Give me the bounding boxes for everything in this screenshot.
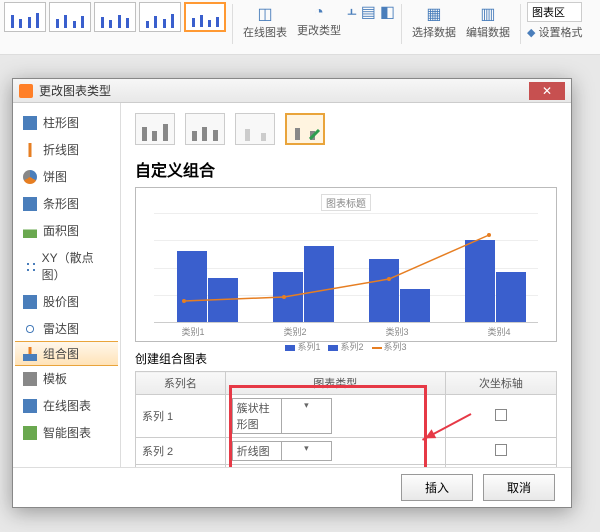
chevron-down-icon: ▾ [281,399,331,433]
combo-preset-2[interactable] [185,113,225,145]
sidebar-item-template[interactable]: 模板 [13,365,120,392]
edit-data-button[interactable]: ▥编辑数据 [462,2,514,42]
close-button[interactable]: ✕ [529,82,565,100]
sidebar-item-bar[interactable]: 条形图 [13,190,120,217]
chart-legend: 系列1 系列2 系列3 [142,340,550,353]
col-chart-type: 图表类型 [225,372,445,395]
ribbon-preset-1[interactable] [4,2,46,32]
series-name-cell: 系列 3 [136,465,226,468]
series1-axis-checkbox[interactable] [495,409,507,421]
combo-preset-1[interactable] [135,113,175,145]
chart-line-series [154,213,538,322]
chart-area-dropdown[interactable]: 图表区 [527,2,583,22]
combo-preset-row [135,113,557,145]
gridline-icon[interactable]: ▤ [361,2,376,22]
edit-data-icon: ▥ [480,4,495,24]
ribbon-preset-2[interactable] [49,2,91,32]
chart-plot-area [154,213,538,323]
dialog-titlebar: 更改图表类型 ✕ [13,79,571,103]
chevron-down-icon: ▾ [281,442,331,460]
ribbon-small-icons: ⫠ ▤ ◧ [347,2,395,22]
ribbon-preset-5[interactable] [184,2,226,32]
dialog-title: 更改图表类型 [39,82,529,99]
chart-x-labels: 类别1类别2类别3类别4 [142,325,550,338]
series-name-cell: 系列 1 [136,395,226,438]
sidebar-item-scatter[interactable]: XY（散点图） [13,244,120,288]
ribbon-preset-4[interactable] [139,2,181,32]
combo-series-table: 系列名 图表类型 次坐标轴 系列 1 簇状柱形图▾ 系列 2 折线图▾ 系列 3… [135,371,557,467]
sidebar-item-area[interactable]: 面积图 [13,217,120,244]
chart-inner-title: 图表标题 [321,194,371,211]
chart-type-sidebar: 柱形图 折线图 饼图 条形图 面积图 XY（散点图） 股价图 雷达图 组合图 模… [13,103,121,467]
series2-axis-checkbox[interactable] [495,444,507,456]
sidebar-item-radar[interactable]: 雷达图 [13,315,120,342]
axis-icon[interactable]: ⫠ [347,2,357,22]
online-chart-icon: ◫ [257,4,272,24]
online-chart-button[interactable]: ◫在线图表 [239,2,291,42]
app-icon [19,84,33,98]
table-row: 系列 1 簇状柱形图▾ [136,395,557,438]
table-row: 系列 3 散点图▾ [136,465,557,468]
change-chart-type-dialog: 更改图表类型 ✕ 柱形图 折线图 饼图 条形图 面积图 XY（散点图） 股价图 … [12,78,572,508]
sidebar-item-line[interactable]: 折线图 [13,136,120,163]
combo-preset-custom[interactable] [285,113,325,145]
dialog-main: 自定义组合 图表标题 类别1类别2类别3类别4 系列1 系列2 系列3 [121,103,571,467]
series-name-cell: 系列 2 [136,438,226,465]
sidebar-item-online[interactable]: 在线图表 [13,392,120,419]
set-format-button[interactable]: ◆ 设置格式 [527,24,583,40]
sidebar-item-pie[interactable]: 饼图 [13,163,120,190]
custom-combo-title: 自定义组合 [135,157,557,181]
label-icon[interactable]: ◧ [380,2,395,22]
col-series-name: 系列名 [136,372,226,395]
ribbon: ◫在线图表 ◔更改类型 ⫠ ▤ ◧ ▦选择数据 ▥编辑数据 图表区 ◆ 设置格式 [0,0,600,55]
table-row: 系列 2 折线图▾ [136,438,557,465]
combo-preset-3[interactable] [235,113,275,145]
sidebar-item-combo[interactable]: 组合图 [15,341,118,366]
insert-button[interactable]: 插入 [401,474,473,501]
format-icon: ◆ [527,26,535,39]
sidebar-item-smart[interactable]: 智能图表 [13,419,120,446]
select-data-icon: ▦ [426,4,441,24]
change-type-icon: ◔ [314,4,324,22]
col-secondary-axis: 次坐标轴 [445,372,556,395]
ribbon-preset-3[interactable] [94,2,136,32]
sidebar-item-column[interactable]: 柱形图 [13,109,120,136]
cancel-button[interactable]: 取消 [483,474,555,501]
ribbon-chart-presets [4,2,226,32]
change-type-button[interactable]: ◔更改类型 [293,2,345,40]
select-data-button[interactable]: ▦选择数据 [408,2,460,42]
sidebar-item-stock[interactable]: 股价图 [13,288,120,315]
chart-preview: 图表标题 类别1类别2类别3类别4 系列1 系列2 系列3 [135,187,557,342]
series2-type-dropdown[interactable]: 折线图▾ [232,441,332,461]
series1-type-dropdown[interactable]: 簇状柱形图▾ [232,398,332,434]
dialog-footer: 插入 取消 [13,467,571,507]
